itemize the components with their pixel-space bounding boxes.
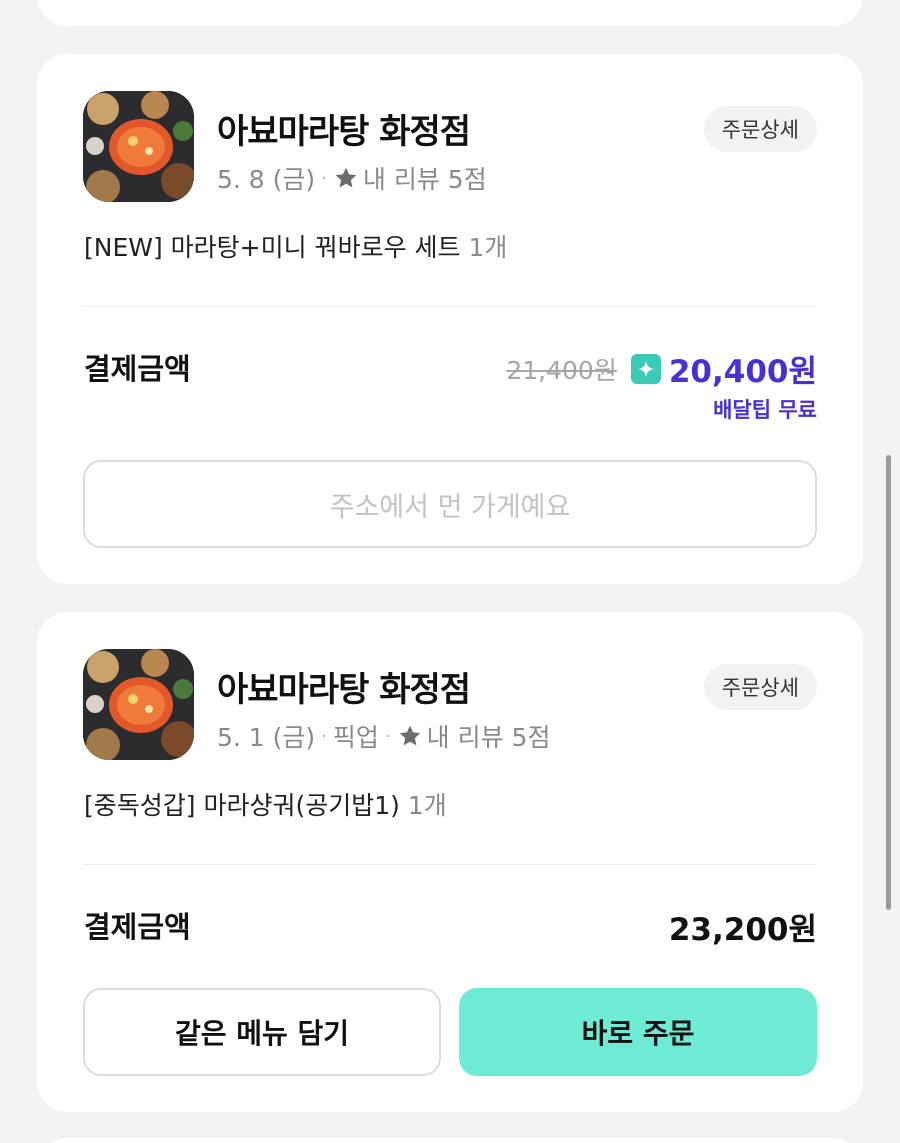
price-group: 21,400원 20,400원 — [506, 346, 817, 391]
order-meta: 5. 8 (금) · 내 리뷰 5점 — [217, 160, 487, 196]
separator-dot: · — [321, 167, 327, 189]
separator-dot: · — [321, 725, 327, 747]
payment-price: 23,200원 — [668, 912, 817, 948]
store-thumbnail[interactable] — [83, 649, 194, 760]
order-card-partial — [37, 1138, 863, 1143]
review-label[interactable]: 내 리뷰 5점 — [427, 718, 551, 754]
star-icon — [335, 167, 357, 188]
order-detail-button[interactable]: 주문상세 — [703, 664, 817, 710]
delivery-tip-badge: 배달팁 무료 — [713, 398, 817, 422]
separator-dot: · — [384, 725, 391, 747]
divider — [83, 306, 817, 307]
order-detail-button[interactable]: 주문상세 — [703, 106, 817, 152]
order-date: 5. 8 (금) — [217, 165, 316, 194]
order-now-button[interactable]: 바로 주문 — [459, 988, 817, 1076]
menu-quantity: 1개 — [407, 791, 447, 820]
sparkle-icon — [630, 353, 661, 384]
order-card: 아뵤마라탕 화정점 5. 8 (금) · 내 리뷰 5점 주문상세 [NEW] … — [37, 54, 863, 584]
reorder-disabled-button: 주소에서 먼 가게예요 — [83, 460, 817, 548]
menu-summary: [NEW] 마라탕+미니 꿔바로우 세트 1개 — [84, 228, 507, 264]
add-same-menu-button[interactable]: 같은 메뉴 담기 — [83, 988, 441, 1076]
menu-name: [NEW] 마라탕+미니 꿔바로우 세트 — [84, 233, 461, 262]
star-icon — [399, 725, 420, 746]
order-card: 아뵤마라탕 화정점 5. 1 (금) · 픽업 · 내 리뷰 5점 주문상세 [… — [37, 612, 863, 1112]
menu-quantity: 1개 — [468, 233, 508, 262]
pickup-label: 픽업 — [332, 723, 379, 752]
payment-label: 결제금액 — [84, 910, 191, 944]
divider — [83, 864, 817, 865]
original-price: 21,400원 — [506, 355, 617, 385]
menu-summary: [중독성갑] 마라샹궈(공기밥1) 1개 — [84, 786, 447, 822]
order-card-partial — [37, 0, 863, 26]
store-thumbnail[interactable] — [83, 91, 194, 202]
store-name[interactable]: 아뵤마라탕 화정점 — [217, 662, 471, 711]
scrollbar[interactable] — [886, 455, 891, 910]
store-name[interactable]: 아뵤마라탕 화정점 — [217, 104, 471, 153]
order-meta: 5. 1 (금) · 픽업 · 내 리뷰 5점 — [217, 718, 550, 754]
sale-price: 20,400원 — [668, 354, 817, 390]
review-label[interactable]: 내 리뷰 5점 — [363, 160, 487, 196]
order-date: 5. 1 (금) — [217, 723, 316, 752]
menu-name: [중독성갑] 마라샹궈(공기밥1) — [84, 791, 400, 820]
payment-label: 결제금액 — [84, 352, 191, 386]
